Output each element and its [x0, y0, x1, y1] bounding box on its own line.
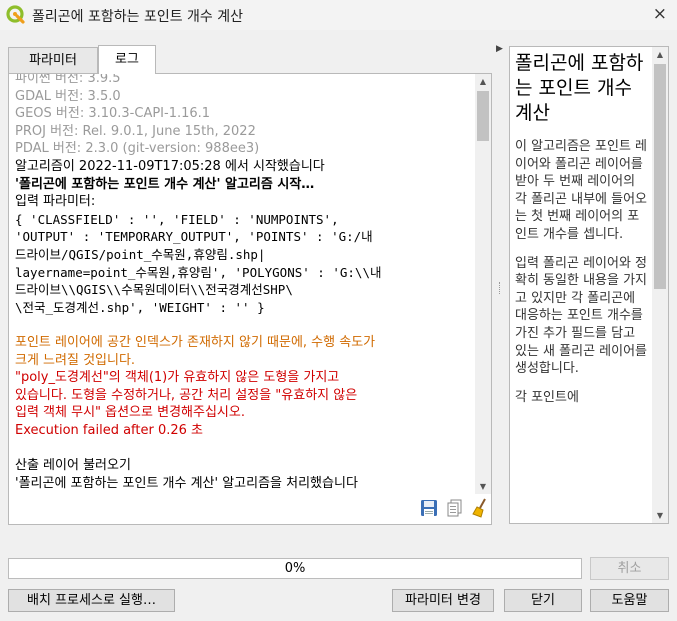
help-panel: 폴리곤에 포함하는 포인트 개수 계산 이 알고리즘은 포인트 레이어와 폴리곤…: [509, 46, 669, 524]
log-line: layername=point_수목원,휴양림', 'POLYGONS' : '…: [15, 264, 382, 280]
scroll-up-arrow-icon[interactable]: ▲: [652, 47, 668, 62]
log-line: 드라이브/QGIS/point_수목원,휴양림.shp|: [15, 246, 266, 262]
log-line: 파이썬 버전: 3.9.5: [15, 74, 121, 86]
log-line: 입력 파라미터:: [15, 194, 96, 210]
scroll-thumb[interactable]: [654, 64, 666, 289]
help-button[interactable]: 도움말: [590, 589, 669, 612]
log-line: 포인트 레이어에 공간 인덱스가 존재하지 않기 때문에, 수행 속도가: [15, 334, 376, 350]
help-title: 폴리곤에 포함하는 포인트 개수 계산: [515, 52, 644, 124]
log-line: '폴리곤에 포함하는 포인트 개수 계산' 알고리즘 시작…: [15, 176, 315, 192]
log-line: 알고리즘이 2022-11-09T17:05:28 에서 시작했습니다: [15, 158, 325, 174]
title-bar: 폴리곤에 포함하는 포인트 개수 계산 ×: [0, 0, 677, 30]
log-line: 산출 레이어 불러오기: [15, 458, 131, 474]
scroll-up-arrow-icon[interactable]: ▲: [475, 74, 491, 89]
collapse-arrow-icon[interactable]: ▶: [496, 44, 503, 54]
log-line: '폴리곤에 포함하는 포인트 개수 계산' 알고리즘을 처리했습니다: [15, 475, 358, 491]
tab-parameters[interactable]: 파라미터: [8, 47, 98, 73]
progress-label: 0%: [284, 561, 306, 576]
help-paragraph: 이 알고리즘은 포인트 레이어와 폴리곤 레이어를 받아 두 번째 레이어의 각…: [515, 139, 647, 242]
log-scrollbar[interactable]: ▲ ▼: [475, 74, 491, 494]
log-line: GDAL 버전: 3.5.0: [15, 88, 121, 104]
splitter-handle[interactable]: [499, 282, 503, 294]
log-line: 드라이브\\QGIS\\수목원데이터\\전국경계선SHP\: [15, 282, 293, 298]
close-icon[interactable]: ×: [653, 4, 667, 24]
close-button[interactable]: 닫기: [504, 589, 582, 612]
help-scrollbar[interactable]: ▲ ▼: [652, 47, 668, 523]
scroll-thumb[interactable]: [477, 91, 489, 141]
scroll-down-arrow-icon[interactable]: ▼: [652, 508, 668, 523]
log-line: 있습니다. 도형을 수정하거나, 공간 처리 설정을 "유효하지 않은: [15, 387, 358, 403]
window-title: 폴리곤에 포함하는 포인트 개수 계산: [32, 9, 243, 25]
log-line: { 'CLASSFIELD' : '', 'FIELD' : 'NUMPOINT…: [15, 211, 339, 227]
log-line: 'OUTPUT' : 'TEMPORARY_OUTPUT', 'POINTS' …: [15, 229, 373, 245]
log-line: GEOS 버전: 3.10.3-CAPI-1.16.1: [15, 106, 211, 122]
batch-process-button[interactable]: 배치 프로세스로 실행…: [8, 589, 175, 612]
log-lines: 파이썬 버전: 3.9.5 GDAL 버전: 3.5.0 GEOS 버전: 3.10…: [15, 74, 474, 492]
change-parameters-button[interactable]: 파라미터 변경: [392, 589, 494, 612]
log-line: 크게 느려질 것입니다.: [15, 352, 136, 368]
log-line: Execution failed after 0.26 초: [15, 422, 203, 438]
clear-broom-icon[interactable]: [471, 498, 491, 518]
tab-log[interactable]: 로그: [98, 45, 156, 74]
help-paragraph: 각 포인트에: [515, 389, 579, 405]
log-line: PDAL 버전: 2.3.0 (git-version: 988ee3): [15, 141, 260, 157]
cancel-button[interactable]: 취소: [590, 557, 669, 580]
scroll-down-arrow-icon[interactable]: ▼: [475, 479, 491, 494]
copy-icon[interactable]: [445, 498, 465, 518]
help-paragraph: 입력 폴리곤 레이어와 정확히 동일한 내용을 가지고 있지만 각 폴리곤에 대…: [515, 255, 647, 377]
log-line: PROJ 버전: Rel. 9.0.1, June 15th, 2022: [15, 123, 256, 139]
save-icon[interactable]: [419, 498, 439, 518]
log-panel: 파이썬 버전: 3.9.5 GDAL 버전: 3.5.0 GEOS 버전: 3.10…: [8, 73, 492, 525]
qgis-logo-icon: [6, 5, 25, 24]
progress-bar: 0%: [8, 558, 582, 579]
log-line: "poly_도경계선"의 객체(1)가 유효하지 않은 도형을 가지고: [15, 370, 340, 386]
log-text-area[interactable]: 파이썬 버전: 3.9.5 GDAL 버전: 3.5.0 GEOS 버전: 3.10…: [9, 74, 474, 494]
log-line: \전국_도경계선.shp', 'WEIGHT' : '' }: [15, 299, 265, 315]
log-line: 입력 객체 무시" 옵션으로 변경해주십시오.: [15, 405, 245, 421]
help-content: 폴리곤에 포함하는 포인트 개수 계산 이 알고리즘은 포인트 레이어와 폴리곤…: [515, 51, 650, 406]
